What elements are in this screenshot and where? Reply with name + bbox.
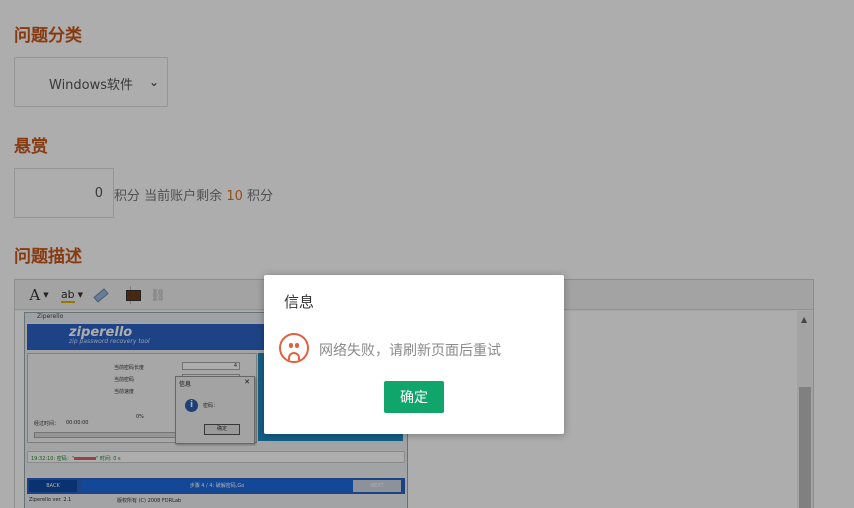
sad-face-mouth (288, 352, 300, 360)
error-dialog: 信息 网络失败，请刷新页面后重试 确定 (264, 275, 564, 434)
ok-button[interactable]: 确定 (384, 381, 444, 413)
sad-face-eye-left (289, 343, 293, 348)
sad-face-icon (279, 333, 309, 363)
dialog-message: 网络失败，请刷新页面后重试 (319, 343, 501, 359)
dialog-title: 信息 (284, 293, 315, 311)
sad-face-eye-right (295, 343, 299, 348)
